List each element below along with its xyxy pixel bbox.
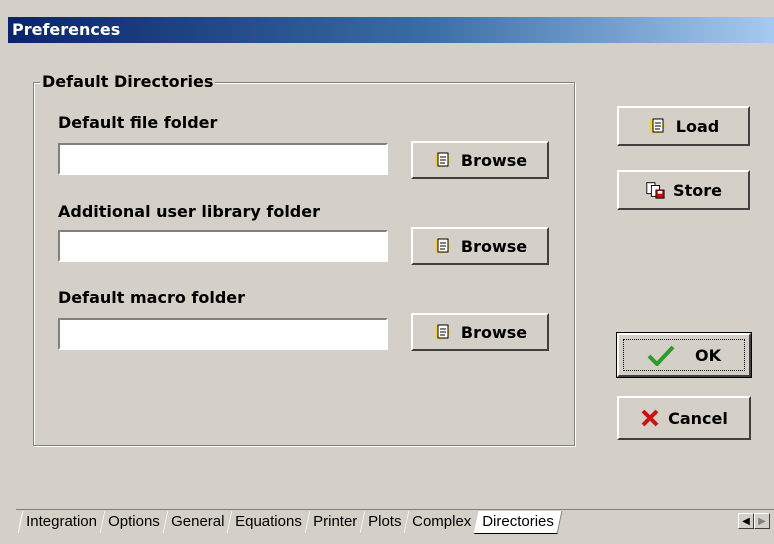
tab-directories[interactable]: Directories [473, 511, 563, 534]
title-bar[interactable]: Preferences [8, 17, 774, 43]
tab-equations[interactable]: Equations [226, 511, 311, 533]
tab-label: Printer [312, 513, 357, 530]
tab-label: General [170, 513, 225, 530]
tab-plots[interactable]: Plots [359, 511, 410, 533]
tab-printer[interactable]: Printer [304, 511, 366, 533]
tab-label: Equations [235, 513, 302, 530]
default-file-folder-label: Default file folder [58, 113, 218, 132]
user-library-folder-field[interactable] [58, 230, 388, 262]
macro-folder-input[interactable] [60, 320, 386, 348]
store-button[interactable]: Store [617, 170, 750, 210]
user-library-folder-label: Additional user library folder [58, 202, 320, 221]
tab-integration[interactable]: Integration [17, 511, 106, 533]
tab-label: Plots [367, 513, 402, 530]
tab-options[interactable]: Options [99, 511, 168, 533]
load-button[interactable]: Load [617, 106, 750, 146]
tab-strip: Integration Options General Equations Pr… [0, 508, 774, 544]
tab-label: Complex [412, 513, 472, 530]
default-file-folder-field[interactable] [58, 143, 388, 175]
tab-scroll-left-icon[interactable]: ◀ [738, 513, 754, 529]
tab-label: Options [107, 513, 160, 530]
browse-folder-icon [433, 236, 453, 256]
browse-label: Browse [460, 150, 528, 170]
tab-label: Integration [26, 513, 97, 530]
load-icon [648, 116, 668, 136]
cancel-button[interactable]: Cancel [617, 396, 751, 440]
user-library-folder-input[interactable] [60, 232, 386, 260]
store-icon [645, 180, 665, 200]
macro-folder-field[interactable] [58, 318, 388, 350]
default-file-folder-input[interactable] [60, 145, 386, 173]
browse-file-folder-button[interactable]: Browse [411, 141, 549, 179]
tab-general[interactable]: General [162, 511, 233, 533]
tab-scroll-right-icon[interactable]: ▶ [754, 513, 770, 529]
cancel-label: Cancel [668, 408, 728, 428]
tabs: Integration Options General Equations Pr… [17, 511, 563, 534]
browse-macro-folder-button[interactable]: Browse [411, 313, 549, 351]
ok-label: OK [695, 345, 721, 365]
window-title: Preferences [12, 20, 121, 39]
browse-label: Browse [460, 322, 528, 342]
load-label: Load [675, 116, 720, 136]
tab-strip-line [16, 509, 774, 510]
browse-library-folder-button[interactable]: Browse [411, 227, 549, 265]
ok-button[interactable]: OK [616, 332, 752, 378]
store-label: Store [673, 180, 722, 200]
checkmark-icon [647, 345, 675, 366]
tab-scroll-buttons: ◀ ▶ [738, 513, 770, 529]
tab-label: Directories [482, 513, 555, 530]
cancel-x-icon [640, 408, 660, 428]
group-title: Default Directories [40, 72, 216, 91]
browse-folder-icon [433, 322, 453, 342]
tab-complex[interactable]: Complex [403, 511, 480, 533]
browse-label: Browse [460, 236, 528, 256]
browse-folder-icon [433, 150, 453, 170]
macro-folder-label: Default macro folder [58, 288, 246, 307]
